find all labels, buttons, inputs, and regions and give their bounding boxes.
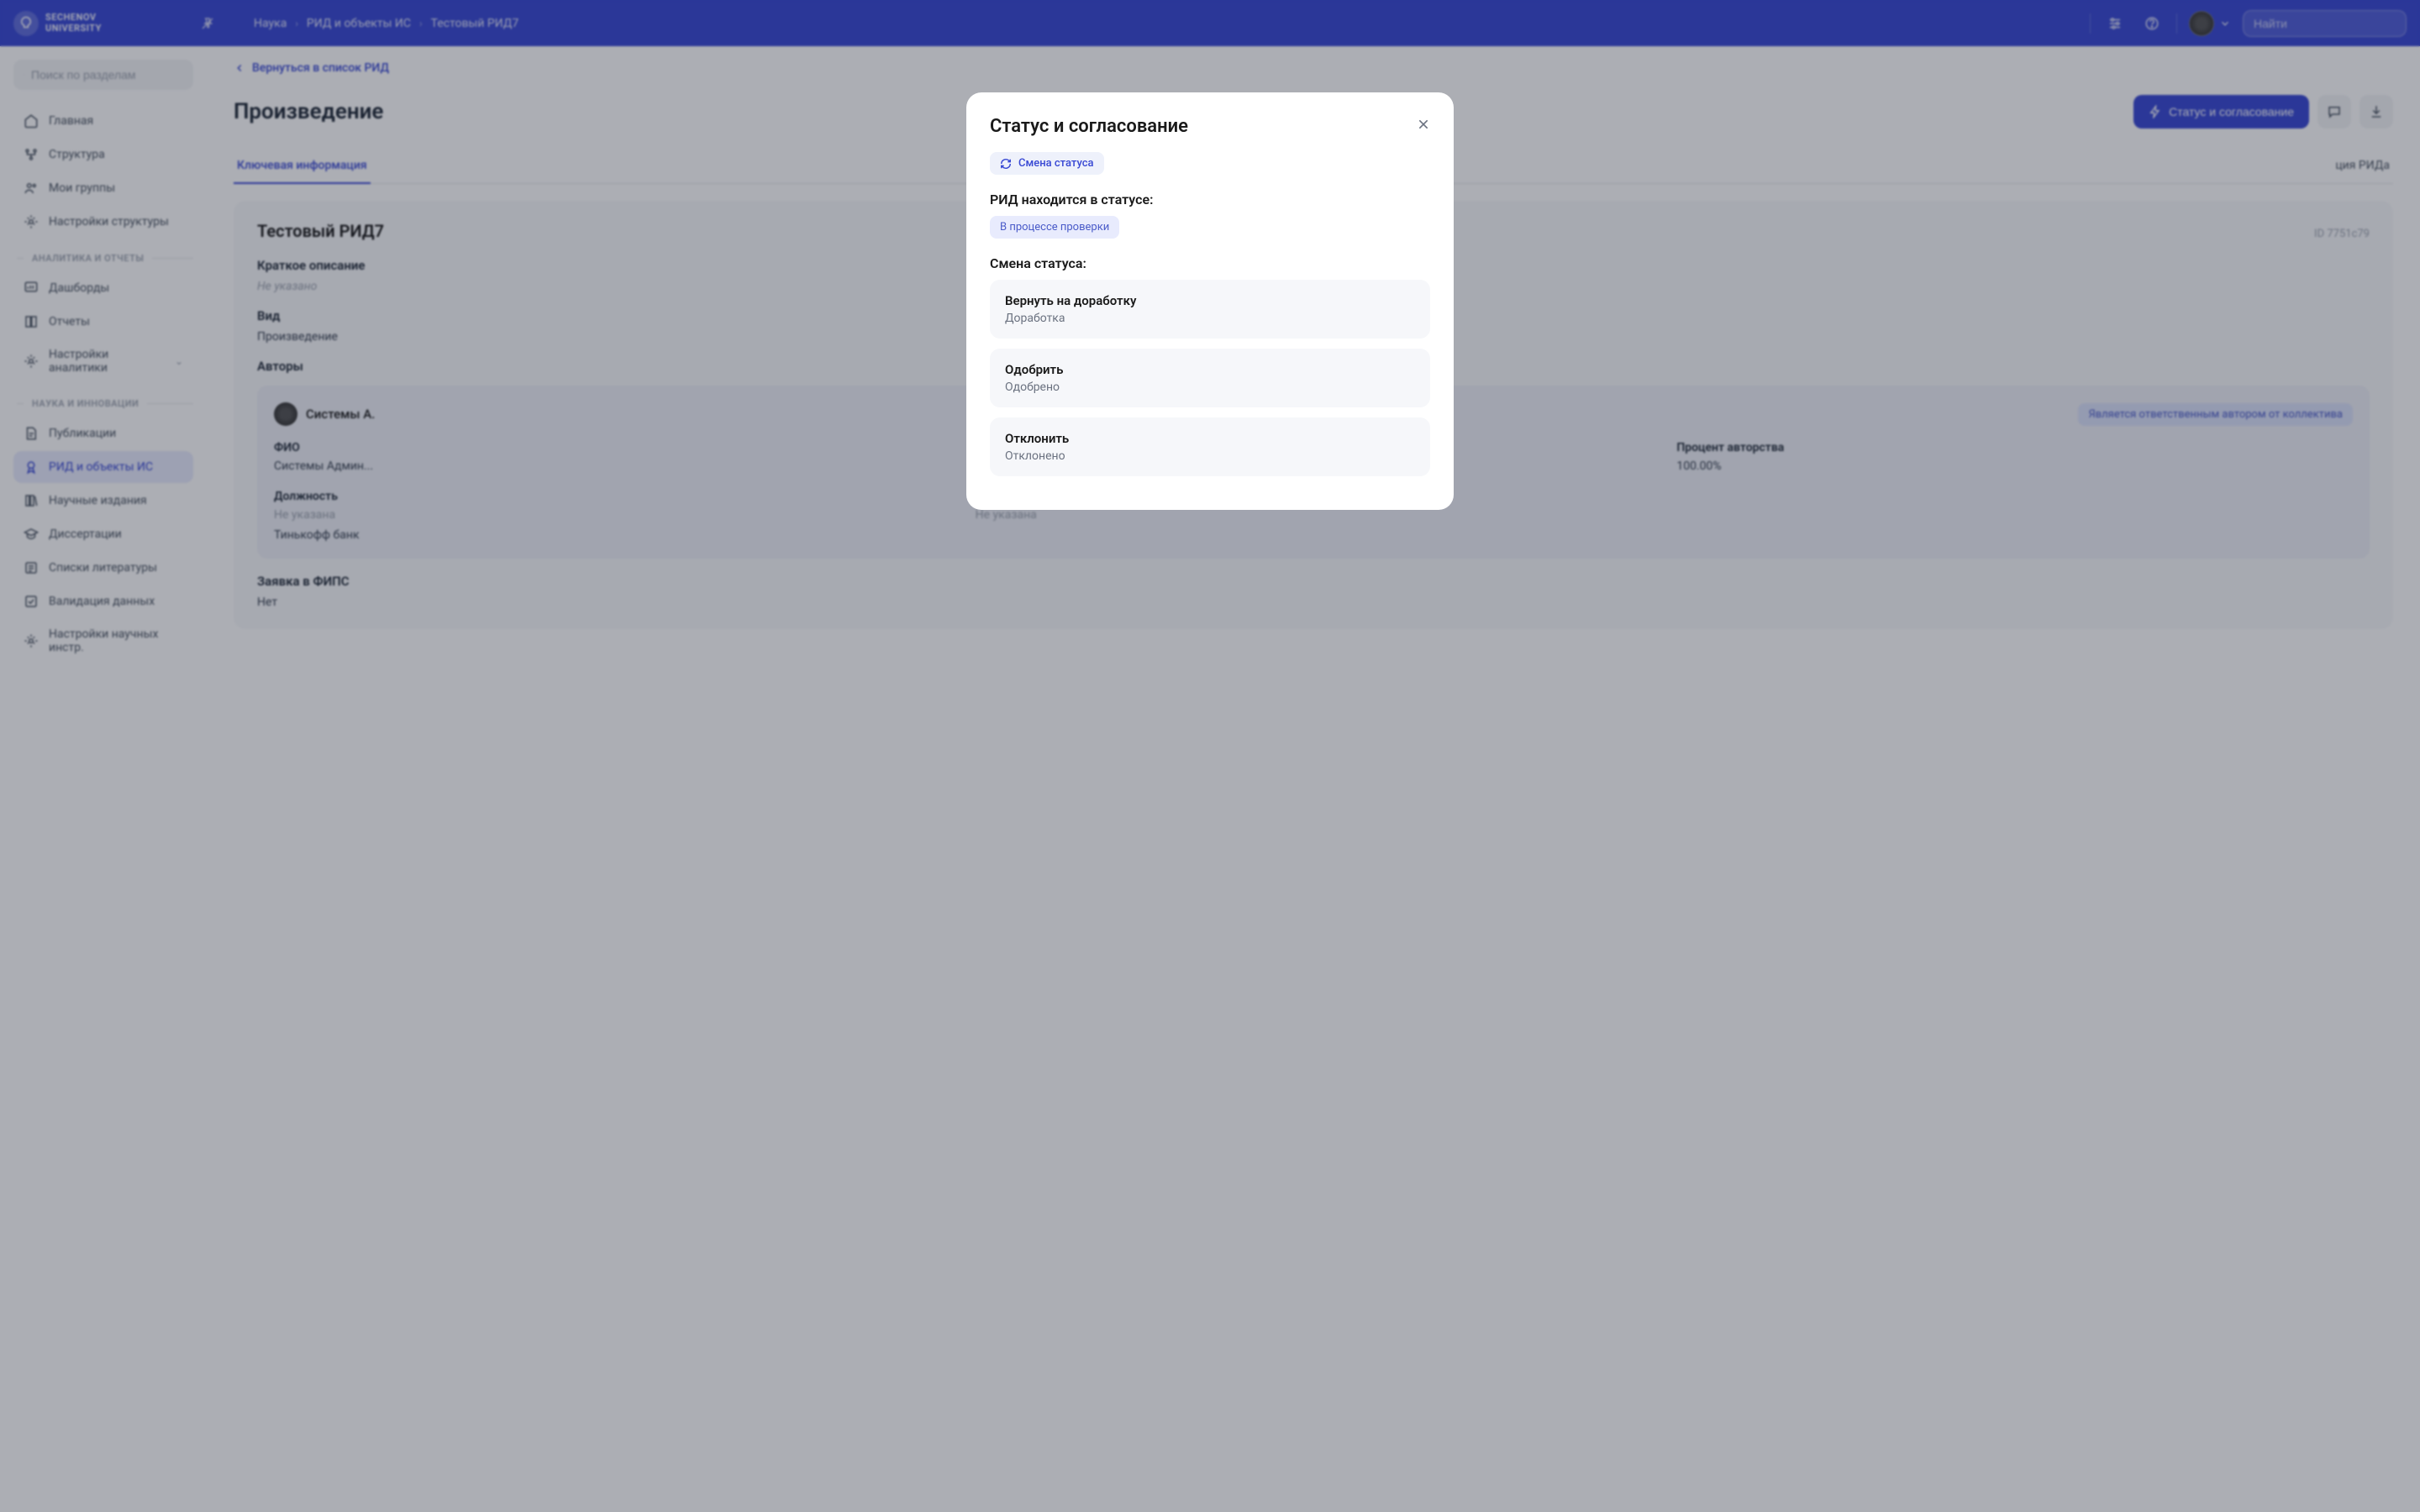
option-subtitle: Отклонено [1005,449,1415,463]
chip-label: Смена статуса [1018,157,1094,170]
modal-title: Статус и согласование [990,116,1430,137]
current-status-pill: В процессе проверки [990,216,1119,239]
modal-section-label: Смена статуса: [990,255,1430,271]
status-modal: Статус и согласование Смена статуса РИД … [966,92,1454,510]
modal-overlay[interactable]: Статус и согласование Смена статуса РИД … [0,0,2420,1512]
close-button[interactable] [1413,114,1434,134]
option-title: Вернуть на доработку [1005,293,1415,308]
option-subtitle: Одобрено [1005,381,1415,394]
change-status-chip[interactable]: Смена статуса [990,152,1104,175]
option-title: Одобрить [1005,362,1415,377]
option-title: Отклонить [1005,431,1415,446]
close-icon [1417,118,1430,131]
refresh-icon [1000,158,1012,170]
status-option-reject[interactable]: Отклонить Отклонено [990,417,1430,476]
option-subtitle: Доработка [1005,312,1415,325]
status-option-approve[interactable]: Одобрить Одобрено [990,349,1430,407]
modal-section-label: РИД находится в статусе: [990,192,1430,207]
status-option-rework[interactable]: Вернуть на доработку Доработка [990,280,1430,339]
